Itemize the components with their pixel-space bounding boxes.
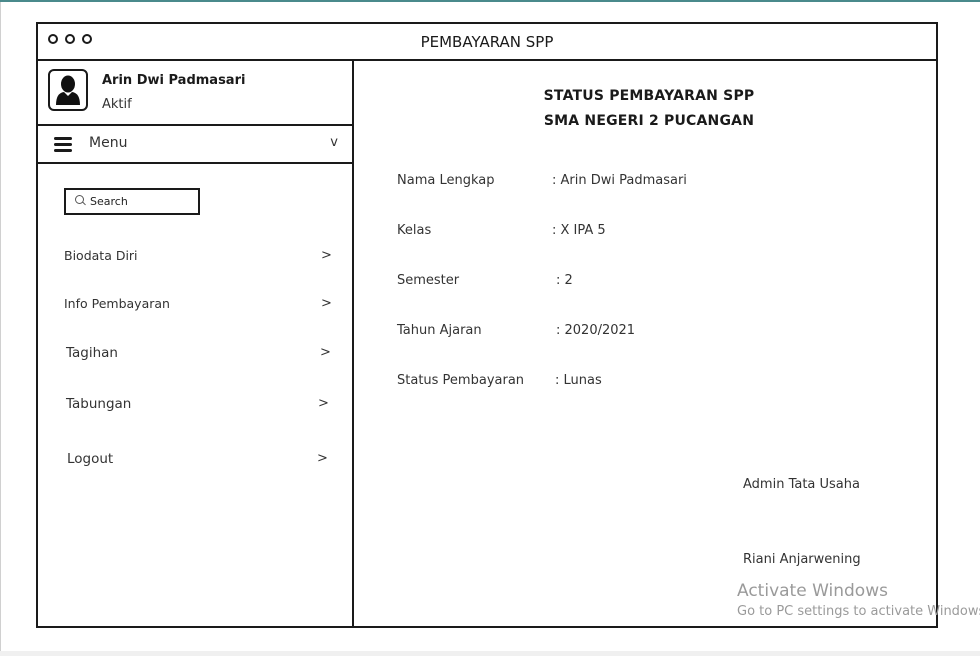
field-value-kelas: : X IPA 5 bbox=[552, 223, 606, 238]
sidebar-item-tabungan[interactable]: Tabungan > bbox=[38, 392, 352, 420]
activate-windows-watermark: Activate Windows Go to PC settings to ac… bbox=[737, 581, 980, 619]
sidebar: Arin Dwi Padmasari Aktif Menu v Search B… bbox=[38, 61, 354, 628]
field-label-tahun-ajaran: Tahun Ajaran bbox=[397, 323, 482, 338]
sidebar-item-label: Logout bbox=[67, 451, 114, 467]
chevron-right-icon: > bbox=[321, 296, 332, 311]
app-window: PEMBAYARAN SPP Arin Dwi Padmasari Aktif … bbox=[36, 22, 938, 628]
sidebar-item-label: Tabungan bbox=[66, 396, 132, 412]
window-title: PEMBAYARAN SPP bbox=[420, 33, 554, 51]
page-left-border bbox=[0, 2, 1, 651]
search-icon bbox=[75, 195, 84, 204]
chevron-right-icon: > bbox=[321, 248, 332, 263]
watermark-title: Activate Windows bbox=[737, 581, 888, 601]
user-name: Arin Dwi Padmasari bbox=[102, 73, 246, 88]
search-placeholder: Search bbox=[90, 195, 128, 208]
signatory-name: Riani Anjarwening bbox=[743, 552, 861, 567]
page-bottom-strip bbox=[0, 651, 980, 656]
search-input[interactable]: Search bbox=[64, 188, 200, 215]
chevron-down-icon: v bbox=[330, 135, 338, 150]
watermark-subtitle: Go to PC settings to activate Windows. bbox=[737, 604, 980, 619]
top-accent-strip bbox=[0, 0, 980, 2]
title-bar: PEMBAYARAN SPP bbox=[38, 24, 936, 61]
avatar bbox=[48, 69, 88, 111]
field-label-nama-lengkap: Nama Lengkap bbox=[397, 173, 495, 188]
field-label-semester: Semester bbox=[397, 273, 460, 288]
sidebar-item-biodata-diri[interactable]: Biodata Diri > bbox=[38, 244, 352, 272]
user-status: Aktif bbox=[102, 97, 132, 112]
field-value-nama-lengkap: : Arin Dwi Padmasari bbox=[552, 173, 687, 188]
sidebar-item-label: Info Pembayaran bbox=[64, 296, 170, 311]
sidebar-item-label: Tagihan bbox=[66, 345, 118, 361]
signatory-role: Admin Tata Usaha bbox=[743, 477, 860, 492]
field-label-kelas: Kelas bbox=[397, 223, 432, 238]
chevron-right-icon: > bbox=[317, 451, 328, 466]
sidebar-item-label: Biodata Diri bbox=[64, 248, 138, 263]
field-value-status-pembayaran: : Lunas bbox=[555, 373, 602, 388]
field-value-semester: : 2 bbox=[556, 273, 573, 288]
field-label-status-pembayaran: Status Pembayaran bbox=[397, 373, 525, 388]
hamburger-icon bbox=[54, 137, 72, 155]
sidebar-item-info-pembayaran[interactable]: Info Pembayaran > bbox=[38, 292, 352, 320]
chevron-right-icon: > bbox=[318, 396, 329, 411]
sidebar-item-tagihan[interactable]: Tagihan > bbox=[38, 341, 352, 369]
field-value-tahun-ajaran: : 2020/2021 bbox=[556, 323, 636, 338]
chevron-right-icon: > bbox=[320, 345, 331, 360]
sidebar-item-logout[interactable]: Logout > bbox=[38, 447, 352, 475]
page-title: STATUS PEMBAYARAN SPP bbox=[543, 88, 755, 104]
user-profile: Arin Dwi Padmasari Aktif bbox=[38, 61, 352, 126]
user-icon bbox=[56, 75, 80, 105]
menu-toggle[interactable]: Menu v bbox=[38, 126, 352, 164]
school-name: SMA NEGERI 2 PUCANGAN bbox=[543, 113, 755, 129]
menu-label: Menu bbox=[89, 135, 128, 151]
main-content: STATUS PEMBAYARAN SPP SMA NEGERI 2 PUCAN… bbox=[354, 61, 936, 628]
